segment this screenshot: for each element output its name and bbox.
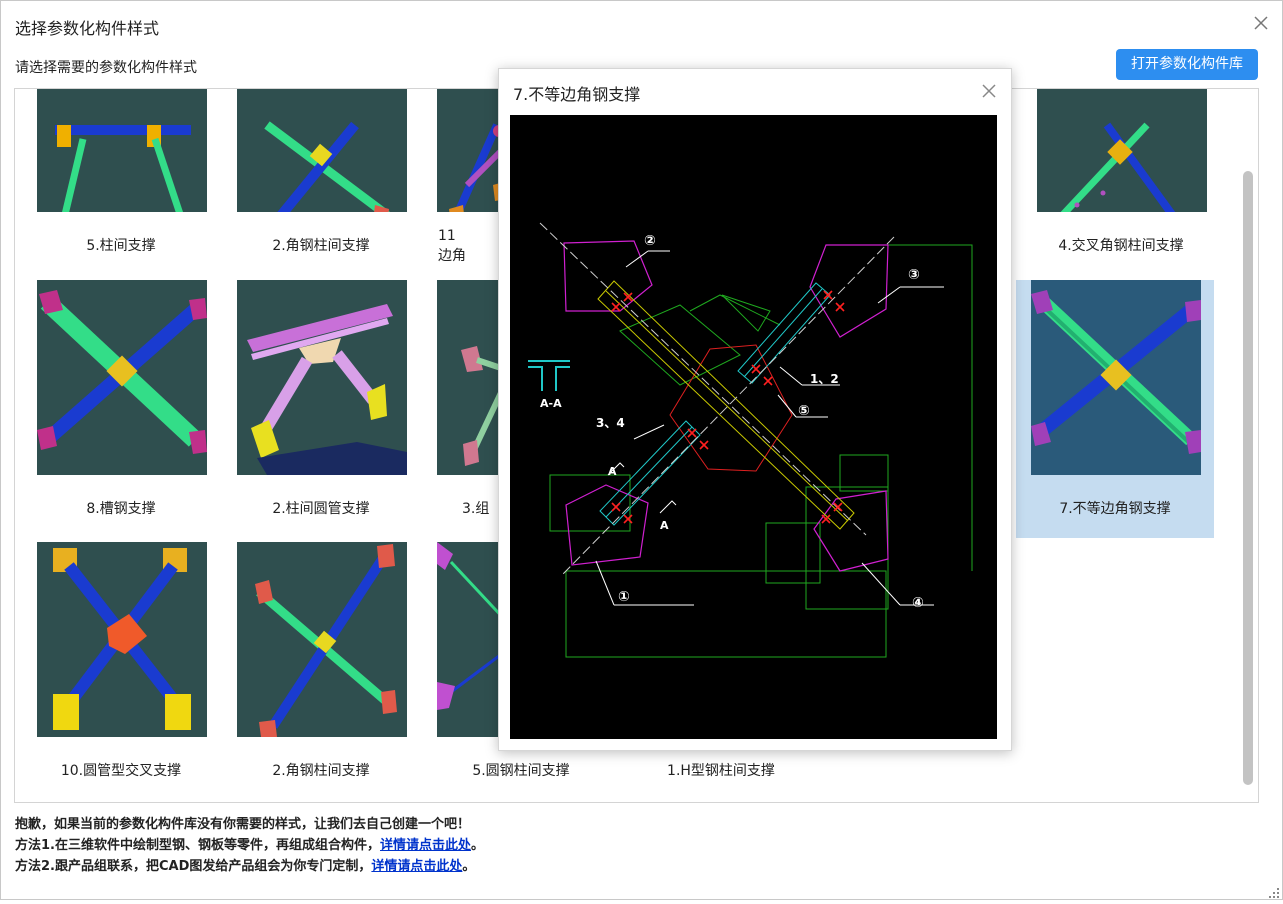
cad-label-12: 1、2 bbox=[810, 372, 839, 386]
style-label: 2.角钢柱间支撑 bbox=[272, 238, 370, 254]
style-label: 3.组 bbox=[462, 501, 490, 517]
style-label: 10.圆管型交叉支撑 bbox=[60, 763, 182, 779]
style-card[interactable]: 8.槽钢支撑 bbox=[22, 280, 220, 538]
style-card[interactable]: 2.柱间圆管支撑 bbox=[222, 280, 420, 538]
help-footer: 抱歉，如果当前的参数化构件库没有你需要的样式，让我们去自己创建一个吧！ 方法1.… bbox=[15, 814, 484, 877]
style-label: 7.不等边角钢支撑 bbox=[1059, 501, 1171, 517]
style-thumbnail bbox=[1031, 280, 1201, 475]
style-thumbnail bbox=[1037, 89, 1207, 212]
style-card[interactable]: 2.角钢柱间支撑 bbox=[222, 542, 420, 800]
preview-title: 7.不等边角钢支撑 bbox=[513, 85, 641, 104]
style-label: 5.圆钢柱间支撑 bbox=[472, 763, 570, 779]
style-card[interactable]: 10.圆管型交叉支撑 bbox=[22, 542, 220, 800]
style-label: 2.角钢柱间支撑 bbox=[272, 763, 370, 779]
style-thumbnail bbox=[37, 542, 207, 737]
cad-label-34: 3、4 bbox=[596, 416, 625, 430]
cad-label-section: A-A bbox=[540, 397, 562, 410]
cad-label-a1: A bbox=[608, 465, 617, 478]
style-thumbnail bbox=[37, 280, 207, 475]
style-thumbnail bbox=[237, 542, 407, 737]
close-icon[interactable] bbox=[979, 81, 999, 101]
style-label: 5.柱间支撑 bbox=[86, 238, 156, 254]
cad-label-3: ③ bbox=[908, 267, 920, 283]
style-label: 8.槽钢支撑 bbox=[86, 501, 156, 517]
cad-label-a2: A bbox=[660, 519, 669, 532]
style-label: 2.柱间圆管支撑 bbox=[272, 501, 370, 517]
open-library-button[interactable]: 打开参数化构件库 bbox=[1116, 49, 1258, 80]
cad-label-1: ① bbox=[618, 589, 630, 605]
style-thumbnail bbox=[237, 280, 407, 475]
resize-grip-icon[interactable] bbox=[1267, 885, 1281, 899]
close-icon[interactable] bbox=[1251, 13, 1271, 33]
list-scrollbar[interactable] bbox=[1243, 171, 1253, 785]
style-thumbnail: 云 bbox=[237, 89, 407, 212]
cad-label-2: ② bbox=[644, 233, 656, 249]
cad-label-5: ⑤ bbox=[798, 403, 810, 419]
style-label: 1.H型钢柱间支撑 bbox=[667, 763, 775, 779]
footer-line-2: 方法1.在三维软件中绘制型钢、钢板等零件，再组成组合构件，详情请点击此处。 bbox=[15, 838, 485, 853]
footer-line-3: 方法2.跟产品组联系，把CAD图发给产品组会为你专门定制，详情请点击此处。 bbox=[15, 859, 476, 874]
style-label: 11 边角 bbox=[438, 228, 466, 264]
details-link-2[interactable]: 详情请点击此处 bbox=[371, 859, 462, 874]
dialog-window: 选择参数化构件样式 请选择需要的参数化构件样式 打开参数化构件库 云 5.柱间支… bbox=[0, 0, 1283, 900]
dialog-subtitle: 请选择需要的参数化构件样式 bbox=[15, 60, 197, 76]
dialog-title: 选择参数化构件样式 bbox=[15, 19, 160, 38]
cad-label-4: ④ bbox=[912, 595, 924, 611]
details-link-1[interactable]: 详情请点击此处 bbox=[380, 838, 471, 853]
style-thumbnail: 云 bbox=[37, 89, 207, 212]
style-card-selected[interactable]: 7.不等边角钢支撑 bbox=[1016, 280, 1214, 538]
preview-popup: 7.不等边角钢支撑 ② ③ 1、2 ⑤ 3、4 A-A A A ① ④ bbox=[498, 68, 1012, 751]
cad-drawing: ② ③ 1、2 ⑤ 3、4 A-A A A ① ④ bbox=[510, 115, 997, 739]
style-label: 4.交叉角钢柱间支撑 bbox=[1058, 238, 1184, 254]
footer-line-1: 抱歉，如果当前的参数化构件库没有你需要的样式，让我们去自己创建一个吧！ bbox=[15, 817, 471, 832]
